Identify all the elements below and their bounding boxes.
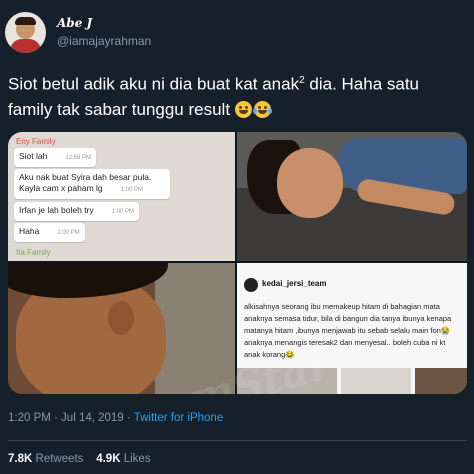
retweets-stat[interactable]: 7.8K Retweets — [8, 453, 83, 465]
media-sleeping-boy-photo[interactable] — [237, 132, 467, 261]
grinning-face-icon — [234, 100, 252, 118]
tweet-stats: 7.8K Retweets 4.9K Likes — [8, 453, 151, 465]
tweet-header: Abe J @iamajayrahman — [5, 12, 465, 62]
chat-group-name: Eny Family — [16, 137, 56, 146]
avatar[interactable] — [5, 12, 46, 53]
tweet-meta: 1:20 PM · Jul 14, 2019 · Twitter for iPh… — [8, 412, 223, 424]
ig-avatar — [244, 278, 258, 292]
chat-group-name: Ita Family — [16, 248, 51, 257]
chat-message: Irfan je lah boleh try 1:00 PM — [14, 202, 140, 221]
chat-message: Aku nak buat Syira dah besar pula. Kayla… — [14, 169, 170, 199]
media-grid: Eny Family Siot lah 12:59 PM Aku nak buat… — [8, 132, 467, 394]
display-name[interactable]: Abe J — [57, 16, 92, 30]
chat-message: Siot lah 12:59 PM — [14, 148, 97, 167]
media-chat-screenshot[interactable]: Eny Family Siot lah 12:59 PM Aku nak buat… — [8, 132, 235, 261]
timestamp[interactable]: 1:20 PM · Jul 14, 2019 · — [8, 412, 134, 424]
divider — [8, 440, 467, 441]
source-link[interactable]: Twitter for iPhone — [134, 412, 223, 424]
tears-of-joy-icon — [252, 100, 272, 118]
chat-message: Haha 1:00 PM — [14, 223, 85, 242]
ig-username: kedai_jersi_team — [262, 279, 327, 288]
tweet-text: Siot betul adik aku ni dia buat kat anak… — [8, 74, 420, 119]
likes-stat[interactable]: 4.9K Likes — [96, 453, 150, 465]
user-handle[interactable]: @iamajayrahman — [57, 34, 151, 48]
